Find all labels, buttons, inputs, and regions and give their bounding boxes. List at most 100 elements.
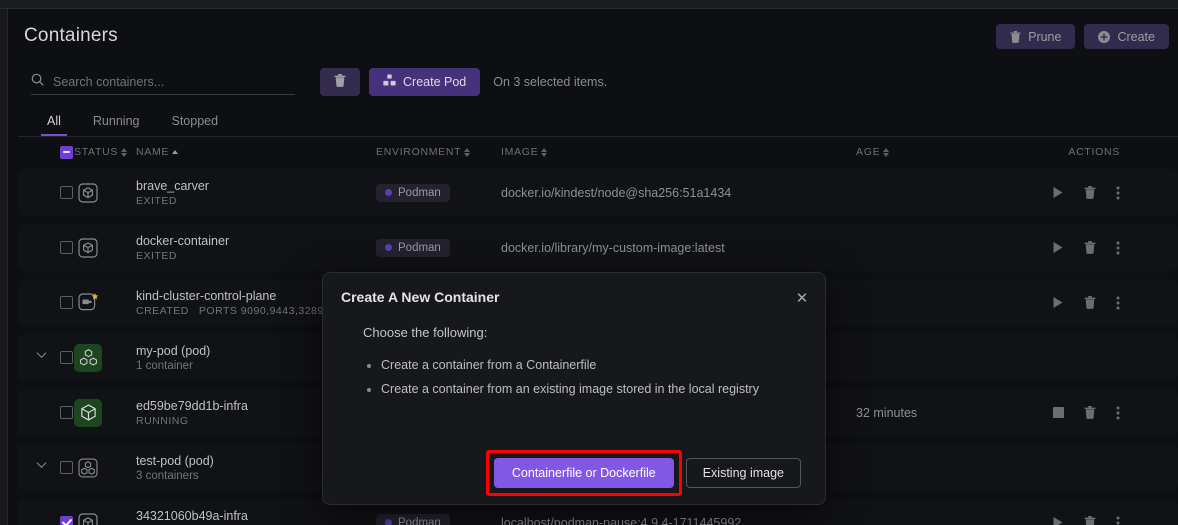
row-select-cell — [18, 279, 74, 326]
row-status-cell — [74, 389, 136, 436]
left-navigation-rail[interactable] — [0, 9, 8, 525]
row-actions-cell — [1031, 444, 1156, 491]
sort-icon — [121, 147, 127, 157]
column-header-environment-label: ENVIRONMENT — [376, 146, 461, 158]
row-environment-cell: Podman — [376, 224, 501, 271]
column-header-age-label: AGE — [856, 146, 880, 158]
row-checkbox[interactable] — [60, 461, 73, 474]
row-environment-cell: Podman — [376, 169, 501, 216]
environment-label: Podman — [398, 242, 441, 254]
play-icon[interactable] — [1052, 296, 1064, 309]
row-select-cell — [18, 389, 74, 436]
tab-running[interactable]: Running — [77, 109, 156, 136]
trash-icon[interactable] — [1084, 406, 1096, 419]
search-icon — [31, 73, 44, 91]
status-dot-icon — [385, 244, 392, 251]
select-all-checkbox[interactable] — [60, 146, 73, 159]
play-icon[interactable] — [1052, 516, 1064, 525]
column-header-age[interactable]: AGE — [856, 146, 1031, 158]
row-checkbox[interactable] — [60, 296, 73, 309]
row-status-cell — [74, 224, 136, 271]
row-checkbox[interactable] — [60, 186, 73, 199]
search-input[interactable] — [53, 75, 295, 89]
row-actions-cell — [1031, 499, 1156, 525]
column-header-status-label: STATUS — [74, 146, 118, 158]
prune-button[interactable]: Prune — [996, 24, 1075, 49]
kebab-menu-icon[interactable] — [1116, 186, 1120, 200]
row-checkbox[interactable] — [60, 516, 73, 525]
kebab-menu-icon[interactable] — [1116, 296, 1120, 310]
row-name-cell: brave_carver EXITED — [136, 169, 376, 216]
trash-icon[interactable] — [1084, 186, 1096, 199]
image-name: localhost/podman-pause:4.9.4-1711445992 — [501, 516, 741, 525]
bulk-delete-button[interactable] — [320, 68, 360, 96]
environment-badge: Podman — [376, 184, 450, 202]
containerfile-or-dockerfile-button[interactable]: Containerfile or Dockerfile — [494, 458, 674, 488]
row-actions-cell — [1031, 224, 1156, 271]
existing-image-button[interactable]: Existing image — [686, 458, 801, 488]
tab-stopped[interactable]: Stopped — [155, 109, 234, 136]
column-header-name[interactable]: NAME — [136, 146, 376, 158]
modal-intro-text: Choose the following: — [363, 325, 803, 340]
expand-toggle[interactable] — [36, 351, 49, 364]
pod-name: test-pod (pod) — [136, 454, 214, 468]
create-button[interactable]: Create — [1084, 24, 1169, 49]
expand-toggle[interactable] — [36, 461, 49, 474]
row-checkbox[interactable] — [60, 241, 73, 254]
row-status-cell — [74, 334, 136, 381]
age-value: 32 minutes — [856, 406, 917, 420]
stop-icon[interactable] — [1053, 407, 1064, 418]
pod-container-count: 1 container — [136, 360, 193, 372]
column-header-environment[interactable]: ENVIRONMENT — [376, 146, 501, 158]
plus-circle-icon — [1098, 31, 1110, 43]
row-age-cell — [856, 334, 1031, 381]
table-row[interactable]: docker-container EXITED Podman docker.io… — [18, 224, 1178, 271]
pod-icon — [74, 454, 102, 482]
play-icon[interactable] — [1052, 241, 1064, 254]
image-name: docker.io/kindest/node@sha256:51a1434 — [501, 186, 731, 200]
row-status-cell — [74, 169, 136, 216]
trash-icon[interactable] — [1084, 241, 1096, 254]
row-actions-cell — [1031, 279, 1156, 326]
pod-container-count: 3 containers — [136, 470, 199, 482]
filter-tabs: All Running Stopped — [31, 109, 234, 136]
row-checkbox[interactable] — [60, 406, 73, 419]
column-header-status[interactable]: STATUS — [74, 146, 136, 158]
row-select-cell — [18, 169, 74, 216]
sort-icon — [541, 147, 547, 157]
search-container — [31, 69, 295, 95]
close-icon[interactable]: ✕ — [793, 289, 811, 307]
column-header-image-label: IMAGE — [501, 146, 538, 158]
container-cube-icon — [74, 234, 102, 262]
row-status-cell — [74, 499, 136, 525]
create-pod-button[interactable]: Create Pod — [369, 68, 480, 96]
page-title: Containers — [24, 25, 118, 47]
row-age-cell — [856, 279, 1031, 326]
container-name: docker-container — [136, 234, 229, 248]
kebab-menu-icon[interactable] — [1116, 241, 1120, 255]
row-status-cell — [74, 279, 136, 326]
row-status-cell — [74, 444, 136, 491]
sort-icon — [883, 147, 889, 157]
kubernetes-container-star-icon — [74, 289, 102, 317]
kebab-menu-icon[interactable] — [1116, 516, 1120, 525]
row-age-cell — [856, 444, 1031, 491]
tab-all[interactable]: All — [31, 109, 77, 136]
play-icon[interactable] — [1052, 186, 1064, 199]
trash-icon — [1010, 31, 1021, 43]
row-select-cell — [18, 499, 74, 525]
table-row[interactable]: brave_carver EXITED Podman docker.io/kin… — [18, 169, 1178, 216]
kebab-menu-icon[interactable] — [1116, 406, 1120, 420]
prune-button-label: Prune — [1028, 30, 1061, 44]
highlight-annotation: Containerfile or Dockerfile — [494, 458, 674, 488]
environment-label: Podman — [398, 517, 441, 525]
select-all-cell — [18, 146, 74, 159]
trash-icon[interactable] — [1084, 296, 1096, 309]
container-name: brave_carver — [136, 179, 209, 193]
column-header-image[interactable]: IMAGE — [501, 146, 856, 158]
modal-footer: Containerfile or Dockerfile Existing ima… — [323, 458, 825, 488]
modal-header: Create A New Container ✕ — [323, 273, 825, 321]
row-checkbox[interactable] — [60, 351, 73, 364]
sort-icon — [464, 147, 470, 157]
trash-icon[interactable] — [1084, 516, 1096, 525]
